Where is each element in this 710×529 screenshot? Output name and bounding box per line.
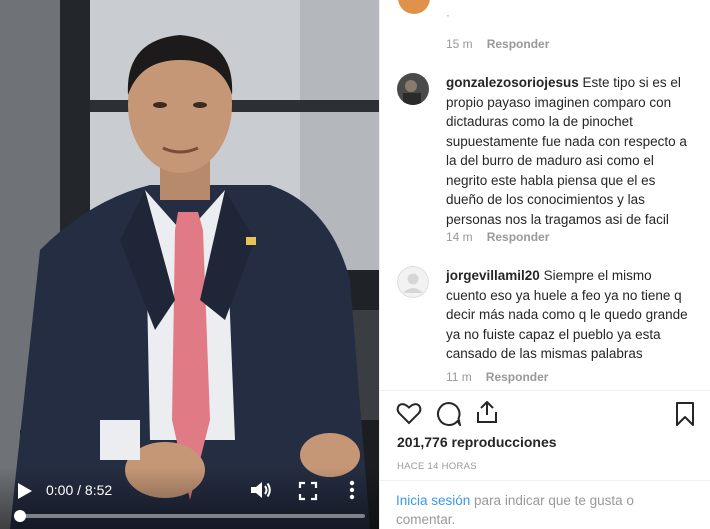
video-time: 0:00 / 8:52 [46, 482, 113, 498]
comment-text: jorgevillamil20 Siempre el mismo cuento … [446, 266, 691, 364]
comment-time: 11 m [446, 370, 472, 384]
view-count: 201,776 reproducciones [397, 434, 557, 450]
comments-list: · 15 m Responder gonzalezosoriojesus Este… [380, 0, 710, 390]
comment-item: gonzalezosoriojesus Este tipo si es el p… [397, 73, 697, 227]
more-options-icon[interactable] [345, 478, 359, 502]
play-icon[interactable] [13, 480, 35, 502]
post-timestamp: HACE 14 HORAS [397, 461, 477, 472]
share-icon[interactable] [475, 399, 499, 425]
post-sidebar: · 15 m Responder gonzalezosoriojesus Este… [379, 0, 710, 529]
comment-body: Este tipo si es el propio payaso imagine… [446, 75, 687, 227]
login-link[interactable]: Inicia sesión [396, 493, 470, 508]
video-frame [0, 0, 379, 529]
heart-icon[interactable] [396, 401, 422, 425]
seek-bar[interactable] [14, 510, 365, 522]
comment-username[interactable]: gonzalezosoriojesus [446, 75, 579, 90]
reply-button[interactable]: Responder [487, 37, 550, 51]
avatar[interactable] [397, 266, 429, 298]
reply-button[interactable]: Responder [487, 230, 550, 244]
login-prompt-text: Inicia sesión para indicar que te gusta … [396, 491, 696, 529]
post-actions: 201,776 reproducciones HACE 14 HORAS Ini… [380, 390, 710, 529]
fullscreen-icon[interactable] [297, 480, 319, 502]
video-controls [0, 467, 379, 529]
comment-item: jorgevillamil20 Siempre el mismo cuento … [397, 266, 697, 361]
comment-time: 14 m [446, 230, 473, 244]
video-player[interactable]: 0:00 / 8:52 [0, 0, 379, 529]
avatar[interactable] [397, 73, 429, 105]
bookmark-icon[interactable] [675, 401, 695, 427]
comment-meta: 11 m Responder [446, 370, 548, 384]
comment-text: gonzalezosoriojesus Este tipo si es el p… [446, 73, 691, 229]
volume-icon[interactable] [249, 479, 273, 501]
comment-icon[interactable] [436, 401, 462, 427]
comment-username[interactable]: jorgevillamil20 [446, 268, 540, 283]
reply-button[interactable]: Responder [486, 370, 549, 384]
seek-handle[interactable] [14, 510, 26, 522]
comment-time: 15 m [446, 37, 473, 51]
avatar[interactable] [398, 0, 430, 14]
comment-meta: 15 m Responder [446, 37, 549, 51]
comment-meta: 14 m Responder [446, 230, 549, 244]
login-prompt: Inicia sesión para indicar que te gusta … [380, 480, 710, 529]
truncated-comment-text: · [446, 8, 450, 22]
